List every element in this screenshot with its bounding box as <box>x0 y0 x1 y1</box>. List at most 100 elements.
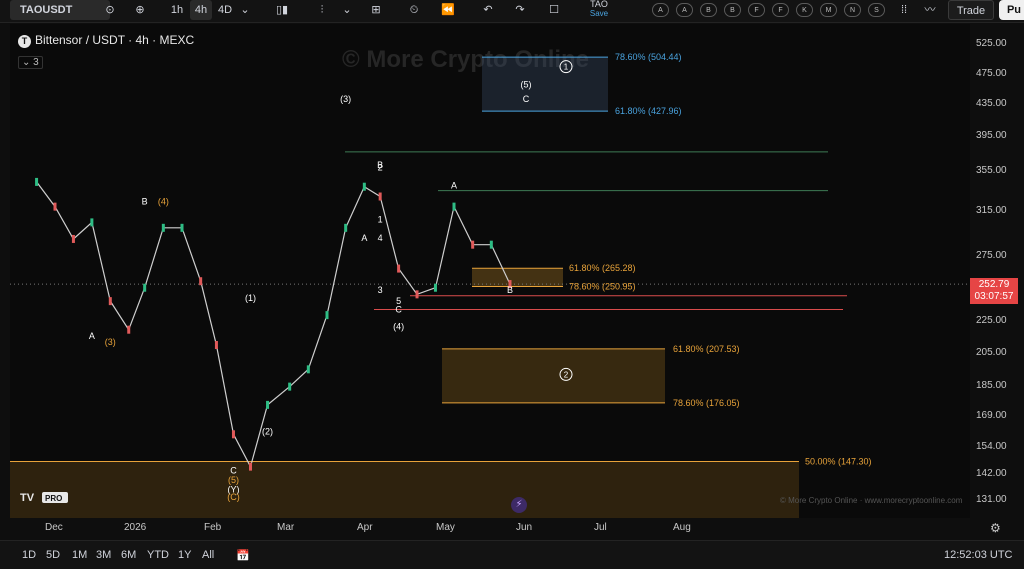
price-candle <box>180 223 184 232</box>
fib-label: 61.80% (427.96) <box>615 106 682 116</box>
price-candle <box>306 365 310 374</box>
price-candle <box>344 223 348 232</box>
range-ytd[interactable]: YTD <box>147 549 169 561</box>
price-tick: 275.00 <box>976 250 1007 261</box>
current-price: 252.79 <box>978 279 1010 290</box>
wave-label: B <box>142 197 148 207</box>
settings-gear-icon[interactable]: ⚙ <box>990 521 1001 535</box>
wave-label: (3) <box>340 94 351 104</box>
bottom-range-bar: 1D 5D 1M 3M 6M YTD 1Y All 📅 12:52:03 UTC <box>0 540 1024 569</box>
fib-label: 78.60% (504.44) <box>615 52 682 62</box>
price-tick: 395.00 <box>976 130 1007 141</box>
wave-label: 2 <box>378 163 383 173</box>
price-tick: 315.00 <box>976 205 1007 216</box>
price-candle <box>433 283 437 292</box>
support-zone <box>472 268 563 287</box>
price-candle <box>249 462 252 471</box>
bittensor-logo-icon: T <box>18 35 31 48</box>
price-candle <box>397 264 401 273</box>
price-candle <box>127 325 131 334</box>
price-candle <box>161 223 165 232</box>
price-tick: 525.00 <box>976 38 1007 49</box>
wave-label: A <box>451 181 457 191</box>
price-candle <box>325 311 329 320</box>
price-tick: 475.00 <box>976 68 1007 79</box>
price-candle <box>199 277 203 286</box>
fib-label: 50.00% (147.30) <box>805 456 872 466</box>
range-6m[interactable]: 6M <box>121 549 136 561</box>
time-tick: May <box>436 522 455 533</box>
price-candle <box>452 202 456 211</box>
time-tick: Feb <box>204 522 222 533</box>
calendar-icon[interactable]: 📅 <box>236 549 250 562</box>
time-tick: Aug <box>673 522 691 533</box>
range-all[interactable]: All <box>202 549 214 561</box>
price-candle <box>288 382 292 391</box>
price-candle <box>71 234 75 243</box>
range-1m[interactable]: 1M <box>72 549 87 561</box>
range-1y[interactable]: 1Y <box>178 549 191 561</box>
fib-label: 78.60% (176.05) <box>673 398 740 408</box>
price-candle <box>362 182 366 191</box>
indicator-count: 3 <box>33 57 39 68</box>
price-tick: 185.00 <box>976 380 1007 391</box>
time-tick: Mar <box>277 522 295 533</box>
fib-label: 61.80% (265.28) <box>569 263 636 273</box>
wave-label: 1 <box>378 214 383 224</box>
circled-wave-label: 1 <box>564 63 569 72</box>
wave-label: (C) <box>227 492 240 502</box>
wave-label: (4) <box>393 322 404 332</box>
wave-label: (1) <box>245 293 256 303</box>
price-candle <box>143 283 147 292</box>
price-tick: 205.00 <box>976 347 1007 358</box>
lightning-icon[interactable]: ⚡ <box>511 497 527 513</box>
price-candle <box>266 400 270 409</box>
wave-label: A <box>361 233 367 243</box>
price-candle <box>108 297 112 306</box>
range-1d[interactable]: 1D <box>22 549 36 561</box>
wave-label: (5) <box>521 79 532 89</box>
time-tick: Jul <box>594 522 607 533</box>
time-tick: Dec <box>45 522 63 533</box>
wave-label: 4 <box>378 233 383 243</box>
wave-label: C <box>523 94 530 104</box>
wave-label: A <box>89 331 95 341</box>
price-tick: 154.00 <box>976 441 1007 452</box>
price-tick: 435.00 <box>976 98 1007 109</box>
price-tick: 131.00 <box>976 494 1007 505</box>
time-axis[interactable]: Dec 2026 Feb Mar Apr May Jun Jul Aug <box>0 518 1024 538</box>
fib-label: 78.60% (250.95) <box>569 281 636 291</box>
wave-2-target-zone <box>442 348 665 403</box>
price-candle <box>53 202 57 211</box>
price-chart: 78.60% (504.44) 61.80% (427.96) 61.80% (26… <box>10 52 970 518</box>
utc-clock[interactable]: 12:52:03 UTC <box>944 549 1012 561</box>
wave-label: (2) <box>262 426 273 436</box>
time-tick: 2026 <box>124 522 147 533</box>
indicator-toggle[interactable]: ⌄ 3 <box>18 56 43 69</box>
wave-1-target-zone <box>482 57 608 112</box>
svg-text:PRO: PRO <box>45 494 62 503</box>
legend-title: Bittensor / USDT · 4h · MEXC <box>35 33 195 47</box>
chart-legend: T Bittensor / USDT · 4h · MEXC <box>18 33 194 48</box>
price-scale[interactable]: 525.00 475.00 435.00 395.00 355.00 315.00 275.… <box>970 24 1024 518</box>
price-candle <box>90 218 94 227</box>
price-candle <box>214 340 218 349</box>
price-tick: 142.00 <box>976 468 1007 479</box>
price-tick: 355.00 <box>976 165 1007 176</box>
price-candle <box>471 240 475 249</box>
price-line <box>36 181 511 469</box>
fib-label: 61.80% (207.53) <box>673 344 740 354</box>
range-3m[interactable]: 3M <box>96 549 111 561</box>
svg-text:TV: TV <box>20 492 35 504</box>
wave-label: (3) <box>105 337 116 347</box>
tradingview-logo: TV PRO <box>20 490 80 504</box>
wave-label: 3 <box>378 285 383 295</box>
price-candle <box>489 240 493 249</box>
time-tick: Jun <box>516 522 533 533</box>
price-candle <box>35 177 39 186</box>
price-candle <box>231 430 235 439</box>
deep-support-zone <box>10 461 799 518</box>
range-5d[interactable]: 5D <box>46 549 60 561</box>
circled-wave-label: 2 <box>564 370 569 379</box>
wave-label: C <box>395 304 402 314</box>
